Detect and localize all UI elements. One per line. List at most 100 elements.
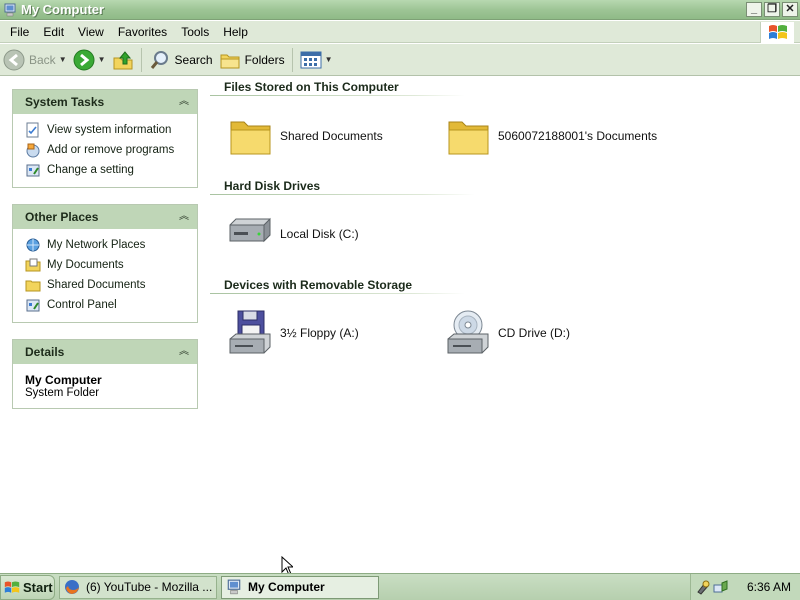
my-network-places-link[interactable]: My Network Places [25, 235, 187, 255]
taskbar-item-my-computer[interactable]: My Computer [221, 575, 379, 599]
link-label: View system information [47, 124, 172, 136]
menu-help[interactable]: Help [216, 25, 255, 39]
user-documents-item[interactable]: 5060072188001's Documents [446, 115, 657, 157]
item-label: 3½ Floppy (A:) [280, 326, 359, 340]
menu-bar: File Edit View Favorites Tools Help [0, 21, 800, 43]
taskbar-item-firefox[interactable]: (6) YouTube - Mozilla ... [59, 575, 217, 599]
details-title: Details [25, 345, 65, 359]
cd-drive-d-item[interactable]: CD Drive (D:) [444, 309, 570, 357]
system-tasks-header[interactable]: System Tasks ︽ [13, 90, 197, 114]
collapse-chevron-icon[interactable]: ︽ [177, 210, 191, 224]
back-arrow-icon [3, 49, 25, 70]
back-label: Back [29, 52, 56, 67]
details-header[interactable]: Details ︽ [13, 340, 197, 364]
restore-button[interactable]: ❐ [764, 2, 780, 17]
other-places-title: Other Places [25, 210, 99, 224]
start-button[interactable]: Start [0, 574, 55, 600]
menu-view[interactable]: View [71, 25, 111, 39]
collapse-chevron-icon[interactable]: ︽ [177, 95, 191, 109]
taskbar: Start (6) YouTube - Mozilla ... My Compu… [0, 573, 800, 600]
my-documents-link[interactable]: My Documents [25, 255, 187, 275]
system-tray: 6:36 AM [690, 574, 800, 600]
forward-button[interactable]: ▼ [70, 46, 109, 74]
folders-label: Folders [244, 52, 285, 67]
forward-arrow-icon [73, 49, 95, 70]
views-dropdown-icon[interactable]: ▼ [325, 55, 333, 64]
window-controls: _ ❐ ✕ [746, 2, 798, 17]
group-divider [210, 95, 465, 96]
view-system-information-link[interactable]: View system information [25, 120, 187, 140]
minimize-button[interactable]: _ [746, 2, 762, 17]
system-information-icon [26, 122, 39, 138]
link-label: My Network Places [47, 239, 146, 251]
back-button[interactable]: Back ▼ [0, 46, 70, 74]
menu-edit[interactable]: Edit [36, 25, 71, 39]
menu-file[interactable]: File [0, 25, 36, 39]
windows-logo-icon [760, 22, 794, 43]
other-places-header[interactable]: Other Places ︽ [13, 205, 197, 229]
change-setting-link[interactable]: Change a setting [25, 160, 187, 180]
my-computer-icon [4, 3, 16, 16]
toolbar-separator [140, 47, 142, 72]
link-label: Shared Documents [47, 279, 146, 291]
folder-icon [230, 121, 271, 155]
up-folder-icon [113, 50, 133, 69]
close-button[interactable]: ✕ [782, 2, 798, 17]
views-icon [300, 51, 322, 68]
start-label: Start [23, 579, 53, 595]
group-divider [210, 293, 465, 294]
details-panel: Details ︽ My Computer System Folder [12, 339, 198, 409]
my-computer-icon [227, 579, 241, 595]
search-label: Search [174, 52, 213, 67]
group-header-hard-disks: Hard Disk Drives [224, 179, 321, 193]
toolbar-separator [291, 47, 293, 72]
item-label: CD Drive (D:) [498, 326, 570, 340]
cd-drive-icon [447, 310, 489, 354]
link-label: Control Panel [47, 299, 117, 311]
control-panel-icon [26, 299, 40, 312]
search-icon [150, 50, 168, 69]
menu-favorites[interactable]: Favorites [111, 25, 174, 39]
views-button[interactable]: ▼ [297, 46, 336, 74]
other-places-panel: Other Places ︽ My Network Places My Docu… [12, 204, 198, 323]
system-tasks-panel: System Tasks ︽ View system information A… [12, 89, 198, 188]
folder-icon [25, 280, 41, 292]
group-header-removable-storage: Devices with Removable Storage [224, 278, 413, 292]
forward-dropdown-icon[interactable]: ▼ [98, 55, 106, 64]
shared-documents-item[interactable]: Shared Documents [228, 115, 383, 157]
link-label: My Documents [47, 259, 124, 271]
tray-tool-icon[interactable] [695, 579, 711, 595]
item-label: Local Disk (C:) [280, 227, 359, 241]
firefox-icon [65, 580, 79, 594]
shared-documents-link[interactable]: Shared Documents [25, 275, 187, 295]
up-button[interactable] [109, 46, 137, 74]
floppy-drive-icon [229, 310, 271, 354]
details-name: My Computer [25, 373, 102, 387]
add-remove-programs-icon [26, 143, 40, 158]
collapse-chevron-icon[interactable]: ︽ [177, 345, 191, 359]
folder-icon [448, 121, 489, 155]
item-label: Shared Documents [280, 129, 383, 143]
local-disk-c-item[interactable]: Local Disk (C:) [226, 215, 359, 253]
folders-button[interactable]: Folders [216, 46, 288, 74]
title-bar[interactable]: My Computer _ ❐ ✕ [0, 0, 800, 20]
system-tasks-title: System Tasks [25, 95, 105, 109]
hard-disk-icon [229, 217, 271, 243]
clock[interactable]: 6:36 AM [747, 580, 791, 594]
menu-tools[interactable]: Tools [174, 25, 216, 39]
group-divider [210, 194, 475, 195]
window-title: My Computer [21, 2, 105, 17]
back-dropdown-icon[interactable]: ▼ [59, 55, 67, 64]
link-label: Add or remove programs [47, 144, 175, 156]
folders-icon [220, 54, 240, 68]
add-remove-programs-link[interactable]: Add or remove programs [25, 140, 187, 160]
task-label: (6) YouTube - Mozilla ... [86, 580, 213, 594]
control-panel-link[interactable]: Control Panel [25, 295, 187, 315]
details-type: System Folder [25, 387, 100, 399]
group-header-files-stored: Files Stored on This Computer [224, 80, 399, 94]
task-pane: System Tasks ︽ View system information A… [0, 77, 210, 572]
tray-network-icon[interactable] [713, 579, 729, 595]
windows-logo-icon [4, 581, 20, 593]
floppy-a-item[interactable]: 3½ Floppy (A:) [226, 309, 359, 357]
search-button[interactable]: Search [146, 46, 216, 74]
